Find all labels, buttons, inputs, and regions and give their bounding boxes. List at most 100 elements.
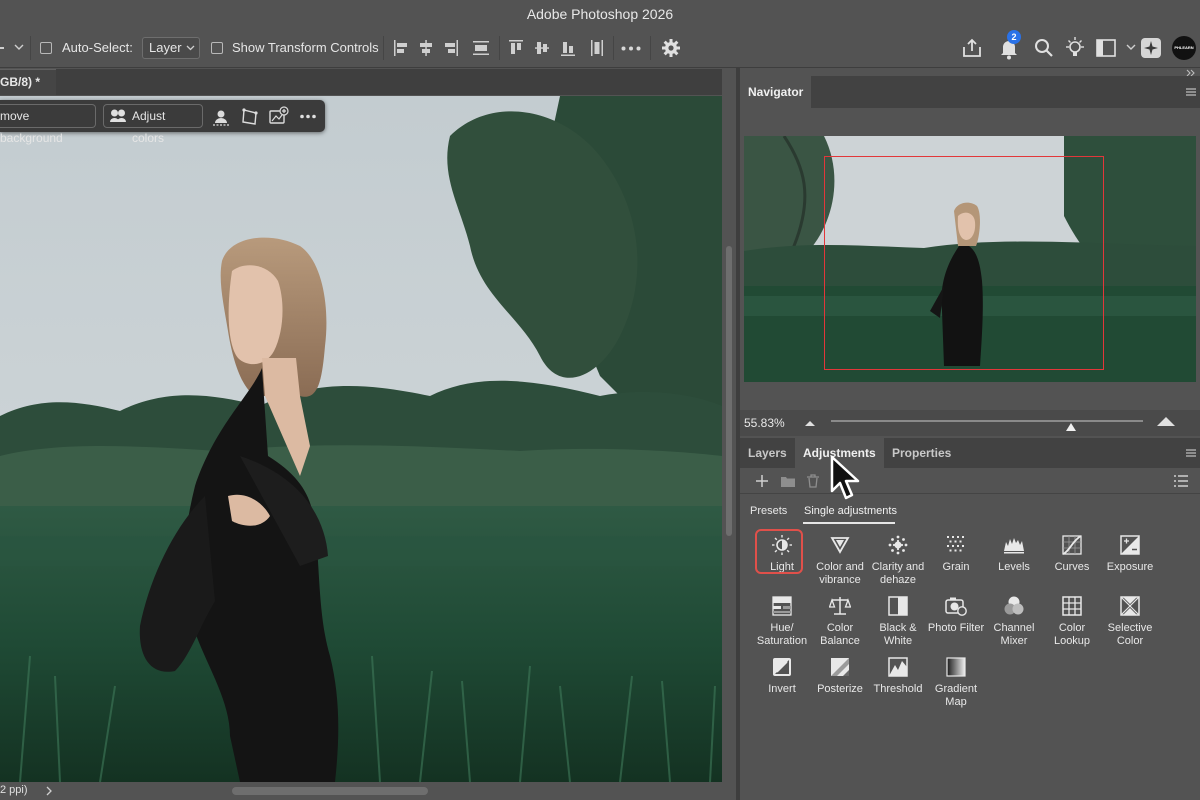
adjustment-exposure[interactable]: Exposure (1098, 534, 1162, 574)
align-top-icon[interactable] (508, 39, 524, 57)
panel-menu-icon[interactable] (1186, 88, 1196, 96)
selective-color-icon (1120, 596, 1140, 616)
adjustment-color-lookup[interactable]: Color Lookup (1040, 595, 1104, 648)
mouse-cursor-icon (830, 455, 860, 500)
adjustment-color-vibrance[interactable]: Color and vibrance (808, 534, 872, 587)
search-icon[interactable] (1034, 38, 1054, 58)
navigator-thumbnail[interactable] (744, 136, 1196, 382)
adjustment-gradient-map[interactable]: Gradient Map (924, 656, 988, 709)
tool-preset-chevron-icon[interactable] (14, 44, 24, 52)
adjustment-label-line1: Channel (993, 622, 1035, 634)
document-canvas[interactable] (0, 96, 722, 782)
align-left-icon[interactable] (393, 39, 409, 57)
zoom-in-icon[interactable] (1156, 415, 1176, 427)
adjustment-label-line1: Invert (768, 683, 796, 695)
adjustment-label-line1: Color and (816, 561, 864, 573)
folder-icon[interactable] (781, 476, 795, 487)
navigator-view-box[interactable] (824, 156, 1104, 370)
horizontal-scroll-thumb[interactable] (232, 787, 428, 795)
discover-lightbulb-icon[interactable] (1064, 36, 1086, 60)
adjustment-label-line2: Map (945, 696, 967, 708)
adjustment-grain[interactable]: Grain (924, 534, 988, 574)
adjustment-hue-saturation[interactable]: Hue/Saturation (750, 595, 814, 648)
remove-background-button[interactable]: move background (0, 104, 96, 145)
adjustment-selective-color[interactable]: Selective Color (1098, 595, 1162, 648)
generative-ai-icon[interactable] (1140, 37, 1162, 59)
adjustment-label-line1: Photo Filter (927, 622, 985, 634)
gear-icon[interactable] (661, 38, 681, 58)
adjustment-label: Invert (750, 683, 814, 696)
adjustment-curves[interactable]: Curves (1040, 534, 1104, 574)
adjustment-channel-mixer[interactable]: Channel Mixer (982, 595, 1046, 648)
grain-icon (947, 536, 964, 552)
adjustment-label-line1: Levels (998, 561, 1030, 573)
adjustment-label: Grain (924, 561, 988, 574)
adjustment-label: Black & White (866, 622, 930, 648)
tab-navigator[interactable]: Navigator (740, 76, 812, 108)
align-vertical-center-icon[interactable] (534, 39, 550, 57)
select-subject-icon[interactable] (212, 108, 230, 126)
adjustment-label-line1: Gradient (934, 683, 978, 695)
align-bottom-icon[interactable] (560, 39, 576, 57)
status-chevron-icon[interactable] (46, 786, 52, 796)
zoom-slider-track[interactable] (831, 420, 1143, 422)
adjustment-label-line2: vibrance (819, 574, 861, 586)
tab-properties[interactable]: Properties (884, 438, 959, 468)
more-options-icon[interactable] (621, 46, 641, 51)
adjustment-levels[interactable]: Levels (982, 534, 1046, 574)
navigator-zoom-row: 55.83% (740, 410, 1200, 436)
share-icon[interactable] (961, 37, 983, 59)
zoom-value[interactable]: 55.83% (744, 416, 785, 430)
adjustment-threshold[interactable]: Threshold (866, 656, 930, 696)
adjust-colors-button[interactable]: Adjust colors (103, 104, 203, 145)
adjustment-label-line1: Color (1058, 622, 1086, 634)
curves-icon (1062, 535, 1082, 555)
adjustments-toolbar (740, 468, 1200, 494)
adjustment-clarity-dehaze[interactable]: Clarity and dehaze (866, 534, 930, 587)
trash-icon[interactable] (807, 474, 819, 488)
panel-menu-icon[interactable] (1186, 449, 1196, 457)
adjustment-black-white[interactable]: Black & White (866, 595, 930, 648)
document-tab[interactable]: GB/8) * (0, 69, 56, 95)
adjustment-label: Curves (1040, 561, 1104, 574)
color-lookup-icon (1062, 596, 1082, 616)
options-bar: Auto-Select: Layer Show Transform Contro… (0, 28, 1200, 68)
remove-background-label: move background (0, 109, 63, 145)
navigator-panel: Navigator 55.83% (740, 76, 1200, 436)
add-icon[interactable] (756, 475, 768, 487)
adjustment-invert[interactable]: Invert (750, 656, 814, 696)
tab-layers[interactable]: Layers (740, 438, 795, 468)
subtab-presets[interactable]: Presets (750, 505, 787, 517)
distribute-icon[interactable] (472, 39, 490, 57)
zoom-slider-thumb[interactable] (1065, 422, 1077, 432)
transform-selection-icon[interactable] (240, 107, 260, 127)
auto-select-dropdown[interactable]: Layer (142, 37, 200, 59)
adjustment-label: Exposure (1098, 561, 1162, 574)
generative-fill-icon[interactable] (268, 106, 290, 126)
distribute-vertical-icon[interactable] (590, 39, 604, 57)
divider (499, 36, 500, 60)
user-avatar[interactable]: PHLEARN (1172, 36, 1196, 60)
subtab-single-adjustments[interactable]: Single adjustments (804, 505, 897, 517)
align-horizontal-center-icon[interactable] (418, 39, 434, 57)
auto-select-checkbox[interactable] (40, 42, 52, 54)
adjustment-photo-filter[interactable]: Photo Filter (924, 595, 988, 635)
tab-layers-label: Layers (748, 446, 787, 460)
workspace-chevron-icon[interactable] (1126, 44, 1136, 52)
show-transform-checkbox[interactable] (211, 42, 223, 54)
vertical-scroll-thumb[interactable] (726, 246, 732, 536)
adjustment-label-line1: Black & (879, 622, 917, 634)
canvas-vertical-scrollbar[interactable] (722, 96, 736, 782)
adjustment-posterize[interactable]: Posterize (808, 656, 872, 696)
zoom-out-icon[interactable] (804, 419, 816, 427)
adjustment-label: Color Balance (808, 622, 872, 648)
adjustment-color-balance[interactable]: Color Balance (808, 595, 872, 648)
adjustments-panel: Layers Adjustments Properties Presets Si… (740, 438, 1200, 800)
more-options-icon[interactable] (300, 114, 316, 119)
list-view-icon[interactable] (1174, 475, 1188, 487)
adjustment-label-line1: Selective (1107, 622, 1153, 634)
workspace-icon[interactable] (1096, 39, 1116, 57)
align-right-icon[interactable] (443, 39, 459, 57)
invert-icon (773, 658, 791, 676)
contextual-task-bar: move background Adjust colors (0, 100, 325, 145)
